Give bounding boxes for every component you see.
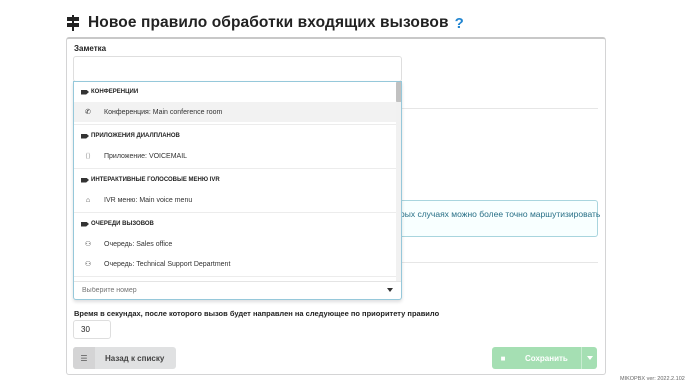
- sitemap-icon: ⌂: [85, 196, 91, 204]
- group-divider: [74, 276, 396, 277]
- group-divider: [74, 212, 396, 213]
- group-label: ОЧЕРЕДИ ВЫЗОВОВ: [91, 221, 154, 227]
- dropdown-option[interactable]: ⚇ Очередь: Technical Support Department: [74, 254, 396, 274]
- info-message: рых случаях можно более точно маршутизир…: [400, 200, 601, 237]
- timeout-field[interactable]: 30: [73, 320, 111, 339]
- tag-icon: [81, 89, 89, 95]
- scrollbar-thumb[interactable]: [396, 82, 401, 102]
- tag-icon: [81, 177, 89, 183]
- chevron-down-icon[interactable]: [387, 288, 393, 292]
- group-label: ПРИЛОЖЕНИЯ ДИАЛПЛАНОВ: [91, 133, 180, 139]
- note-field[interactable]: [73, 56, 402, 82]
- dropdown-option[interactable]: ⚇ Очередь: Sales office: [74, 234, 396, 254]
- save-dropdown-toggle[interactable]: [581, 347, 597, 369]
- users-icon: ⚇: [84, 241, 92, 248]
- divider: [402, 262, 598, 263]
- group-label: ИНТЕРАКТИВНЫЕ ГОЛОСОВЫЕ МЕНЮ IVR: [91, 177, 220, 183]
- page-header: Новое правило обработки входящих вызовов…: [66, 12, 464, 34]
- info-message-text: рых случаях можно более точно маршутизир…: [400, 209, 601, 219]
- dropdown-options: КОНФЕРЕНЦИИ ✆ Конференция: Main conference…: [74, 82, 396, 281]
- note-label: Заметка: [74, 44, 107, 53]
- dropdown-group-header: ОЧЕРЕДИ ВЫЗОВОВ: [74, 214, 396, 234]
- tag-icon: [81, 133, 89, 139]
- signpost-icon: [66, 15, 80, 31]
- back-button-label: Назад к списку: [105, 353, 165, 363]
- number-search-input[interactable]: [82, 284, 362, 297]
- dropdown-group-header: КОНФЕРЕНЦИИ: [74, 82, 396, 102]
- code-icon: ⟨⟩: [85, 153, 91, 160]
- dropdown-group-header: ПРИЛОЖЕНИЯ ДИАЛПЛАНОВ: [74, 126, 396, 146]
- tag-icon: [81, 221, 89, 227]
- dropdown-group-header: ИНТЕРАКТИВНЫЕ ГОЛОСОВЫЕ МЕНЮ IVR: [74, 170, 396, 190]
- group-label: КОНФЕРЕНЦИИ: [91, 89, 139, 95]
- save-button-label: Сохранить: [525, 353, 568, 363]
- timeout-label: Время в секундах, после которого вызов б…: [74, 309, 440, 318]
- dropdown-option[interactable]: ✆ Конференция: Main conference room: [74, 102, 396, 122]
- dropdown-search-row[interactable]: [74, 281, 401, 299]
- dropdown-option[interactable]: ⟨⟩ Приложение: VOICEMAIL: [74, 146, 396, 166]
- option-label: IVR меню: Main voice menu: [104, 196, 193, 204]
- dropdown-scrollbar[interactable]: [396, 82, 401, 281]
- divider: [402, 108, 598, 109]
- help-icon[interactable]: ?: [455, 15, 464, 32]
- option-label: Конференция: Main conference room: [104, 108, 223, 116]
- users-icon: ⚇: [84, 261, 92, 268]
- option-label: Приложение: VOICEMAIL: [104, 152, 188, 160]
- dropdown-option[interactable]: ⌂ IVR меню: Main voice menu: [74, 190, 396, 210]
- number-dropdown-menu[interactable]: КОНФЕРЕНЦИИ ✆ Конференция: Main conference…: [73, 81, 402, 300]
- list-icon: ☰: [73, 347, 95, 369]
- version-label: MIKOPBX ver: 2022.2.102: [620, 376, 685, 382]
- option-label: Очередь: Sales office: [104, 240, 173, 248]
- phone-icon: ✆: [85, 109, 91, 116]
- save-button[interactable]: ■ Сохранить: [492, 347, 597, 369]
- chevron-down-icon: [586, 356, 593, 360]
- group-divider: [74, 168, 396, 169]
- back-to-list-button[interactable]: ☰ Назад к списку: [73, 347, 176, 369]
- option-label: Очередь: Technical Support Department: [104, 260, 231, 268]
- page-title: Новое правило обработки входящих вызовов: [88, 14, 449, 31]
- save-icon: ■: [500, 353, 506, 363]
- group-divider: [74, 124, 396, 125]
